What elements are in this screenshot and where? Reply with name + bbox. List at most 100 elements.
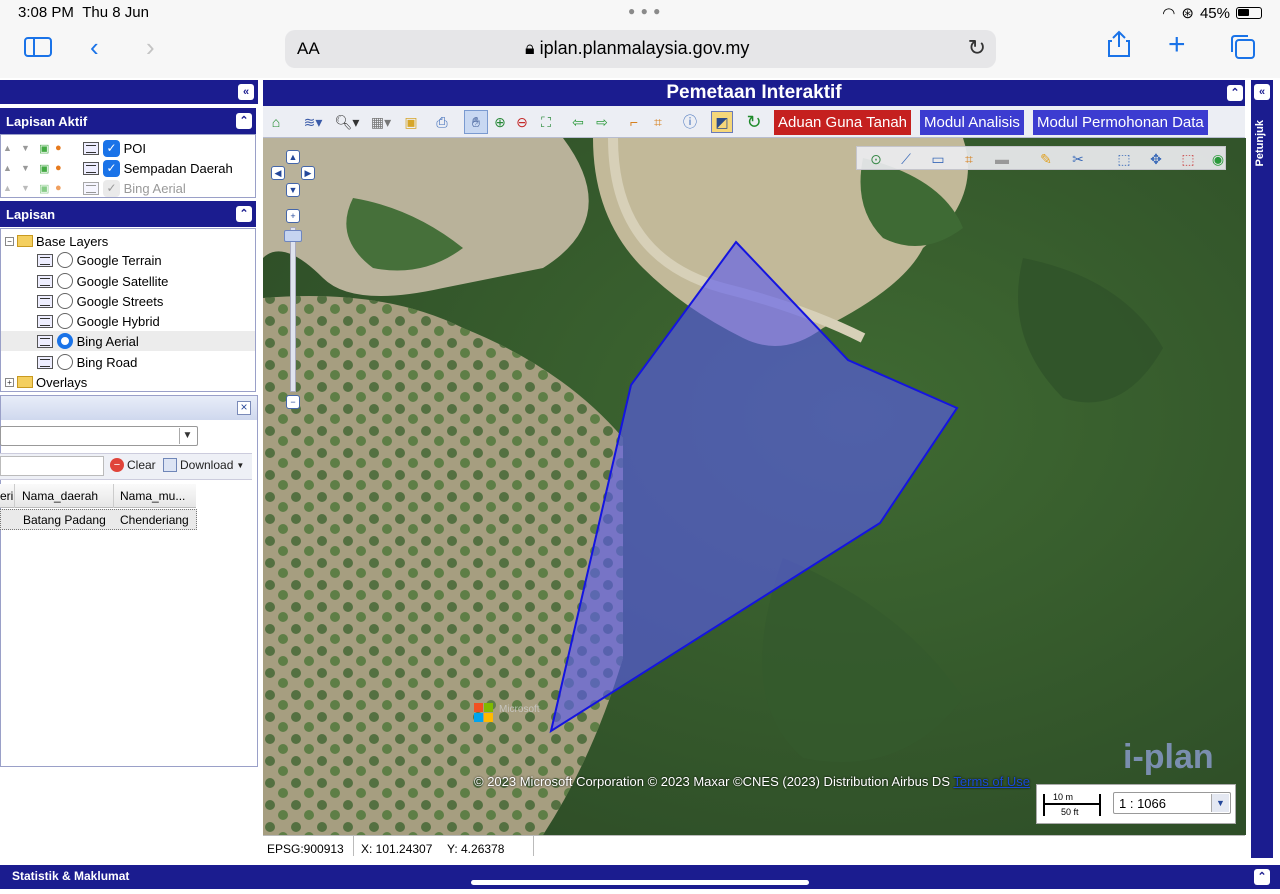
column-header[interactable]: Nama_mu...: [120, 489, 185, 503]
next-extent-icon[interactable]: ⇨: [593, 113, 611, 131]
column-header[interactable]: Nama_daerah: [22, 489, 98, 503]
add-line-icon[interactable]: ⟋: [897, 150, 915, 168]
back-icon[interactable]: ‹: [90, 32, 99, 63]
table-row[interactable]: Batang Padang Chenderiang: [0, 509, 197, 530]
full-extent-icon[interactable]: ⛶: [537, 113, 555, 131]
share-icon[interactable]: [1107, 30, 1131, 65]
clear-button[interactable]: − Clear: [110, 458, 156, 472]
modul-analisis-button[interactable]: Modul Analisis: [920, 110, 1024, 135]
download-button[interactable]: Download ▼: [163, 458, 244, 472]
radio-icon[interactable]: [57, 313, 73, 329]
scissors-icon[interactable]: ✂: [1069, 150, 1087, 168]
active-layer-row[interactable]: ▲ ▼ ▣ ● ✓ Sempadan Daerah: [3, 158, 233, 178]
add-polygon-icon[interactable]: ▭: [929, 150, 947, 168]
collapse-up-icon[interactable]: ⌃: [236, 206, 252, 222]
base-layer-item[interactable]: Google Hybrid: [37, 311, 160, 331]
stats-bar[interactable]: Statistik & Maklumat ⌃: [0, 865, 1280, 889]
layer-remove-icon[interactable]: ●: [55, 162, 83, 174]
grid-icon[interactable]: ▦▾: [367, 113, 395, 131]
radio-icon[interactable]: [57, 354, 73, 370]
move-up-icon[interactable]: ▲: [3, 163, 21, 173]
layer-info-icon[interactable]: ▣: [39, 142, 55, 155]
refresh-icon[interactable]: ↻: [745, 113, 763, 131]
layer-remove-icon[interactable]: ●: [55, 182, 83, 194]
base-layer-item[interactable]: Google Terrain: [37, 250, 162, 270]
tabs-overview-icon[interactable]: [1230, 34, 1256, 67]
base-layer-item-selected[interactable]: Bing Aerial: [1, 331, 255, 351]
layers-header[interactable]: Lapisan ⌃: [0, 201, 256, 227]
poi-checkbox[interactable]: ✓: [103, 139, 120, 157]
radio-selected-icon[interactable]: [57, 333, 73, 349]
attribute-search-input[interactable]: [0, 456, 104, 476]
collapse-up-icon[interactable]: ⌃: [236, 113, 252, 129]
globe-icon[interactable]: ◉: [1209, 150, 1227, 168]
zoom-slider-track[interactable]: [290, 227, 296, 392]
collapse-minus-icon[interactable]: −: [5, 236, 14, 246]
zoom-in-icon[interactable]: ⊕: [491, 113, 509, 131]
tree-group-base[interactable]: − Base Layers: [5, 231, 108, 251]
bing-aerial-checkbox[interactable]: ✓: [103, 179, 120, 197]
home-indicator[interactable]: [471, 880, 809, 885]
add-point-icon[interactable]: ⊙: [867, 150, 885, 168]
select-box-icon[interactable]: ⬚: [1115, 150, 1133, 168]
multitask-dots-icon[interactable]: ● ● ●: [628, 4, 661, 18]
base-layer-item[interactable]: Google Satellite: [37, 271, 168, 291]
zoom-out-icon[interactable]: ⊖: [513, 113, 531, 131]
pencil-icon[interactable]: ✎: [1037, 150, 1055, 168]
expand-up-icon[interactable]: ⌃: [1254, 869, 1270, 885]
base-layer-item[interactable]: Bing Road: [37, 352, 137, 372]
move-down-icon[interactable]: ▼: [21, 143, 39, 153]
move-up-icon[interactable]: ▲: [3, 183, 21, 193]
layer-info-icon[interactable]: ▣: [39, 182, 55, 195]
image-icon[interactable]: ▣: [402, 113, 420, 131]
chevron-down-icon[interactable]: ▼: [1211, 794, 1229, 812]
collapse-up-icon[interactable]: ⌃: [1227, 85, 1243, 101]
layers-icon[interactable]: ≋▾: [299, 113, 327, 131]
aduan-button[interactable]: Aduan Guna Tanah: [774, 110, 912, 135]
zoom-slider-thumb[interactable]: [284, 230, 302, 242]
info-icon[interactable]: ⓘ: [681, 113, 699, 131]
radio-icon[interactable]: [57, 273, 73, 289]
modul-permohonan-button[interactable]: Modul Permohonan Data: [1033, 110, 1208, 135]
sempadan-checkbox[interactable]: ✓: [103, 159, 120, 177]
delete-feature-icon[interactable]: ▬: [993, 150, 1011, 168]
pan-up-icon[interactable]: ▲: [286, 150, 300, 164]
new-tab-icon[interactable]: +: [1168, 28, 1186, 62]
chevron-down-icon[interactable]: ▼: [179, 428, 195, 444]
reader-aa-button[interactable]: AA: [297, 39, 320, 59]
collapse-left-icon[interactable]: «: [238, 84, 254, 100]
expand-right-icon[interactable]: «: [1254, 84, 1270, 100]
active-layer-row[interactable]: ▲ ▼ ▣ ● ✓ Bing Aerial: [3, 178, 186, 198]
expand-plus-icon[interactable]: +: [5, 377, 14, 387]
pan-left-icon[interactable]: ◀: [271, 166, 285, 180]
move-down-icon[interactable]: ▼: [21, 163, 39, 173]
reload-icon[interactable]: ↻: [968, 35, 986, 61]
measure-area-icon[interactable]: ⌗: [649, 113, 667, 131]
layer-info-icon[interactable]: ▣: [39, 162, 55, 175]
erase-icon[interactable]: ⬚: [1179, 150, 1197, 168]
move-icon[interactable]: ✥: [1147, 150, 1165, 168]
zoom-in-button[interactable]: +: [286, 209, 300, 223]
radio-icon[interactable]: [57, 252, 73, 268]
select-feature-icon[interactable]: ◩: [711, 111, 733, 133]
scale-select[interactable]: 1 : 1066 ▼: [1113, 792, 1231, 814]
column-header[interactable]: eri: [0, 489, 13, 503]
radio-icon[interactable]: [57, 293, 73, 309]
measure-line-icon[interactable]: ⌐: [625, 113, 643, 131]
zoom-out-button[interactable]: −: [286, 395, 300, 409]
move-up-icon[interactable]: ▲: [3, 143, 21, 153]
map-canvas[interactable]: Microsoft i-plan ▲ ◀ ▶ ▼ + − ⊙ ⟋ ▭ ⌗ ▬ ✎…: [263, 138, 1246, 835]
active-layer-row[interactable]: ▲ ▼ ▣ ● ✓ POI: [3, 138, 146, 158]
base-layer-item[interactable]: Google Streets: [37, 291, 163, 311]
pan-hand-icon[interactable]: ✋︎: [464, 110, 488, 134]
home-icon[interactable]: ⌂: [267, 113, 285, 131]
tree-group-overlays[interactable]: + Overlays: [5, 372, 87, 392]
close-icon[interactable]: ×: [237, 401, 251, 415]
pan-down-icon[interactable]: ▼: [286, 183, 300, 197]
active-layers-header[interactable]: Lapisan Aktif ⌃: [0, 108, 256, 134]
layer-select-dropdown[interactable]: ▼: [0, 426, 198, 446]
zoom-icon[interactable]: 🔍︎▾: [333, 113, 361, 131]
sidebar-toggle-icon[interactable]: [24, 34, 52, 65]
layer-remove-icon[interactable]: ●: [55, 142, 83, 154]
move-down-icon[interactable]: ▼: [21, 183, 39, 193]
